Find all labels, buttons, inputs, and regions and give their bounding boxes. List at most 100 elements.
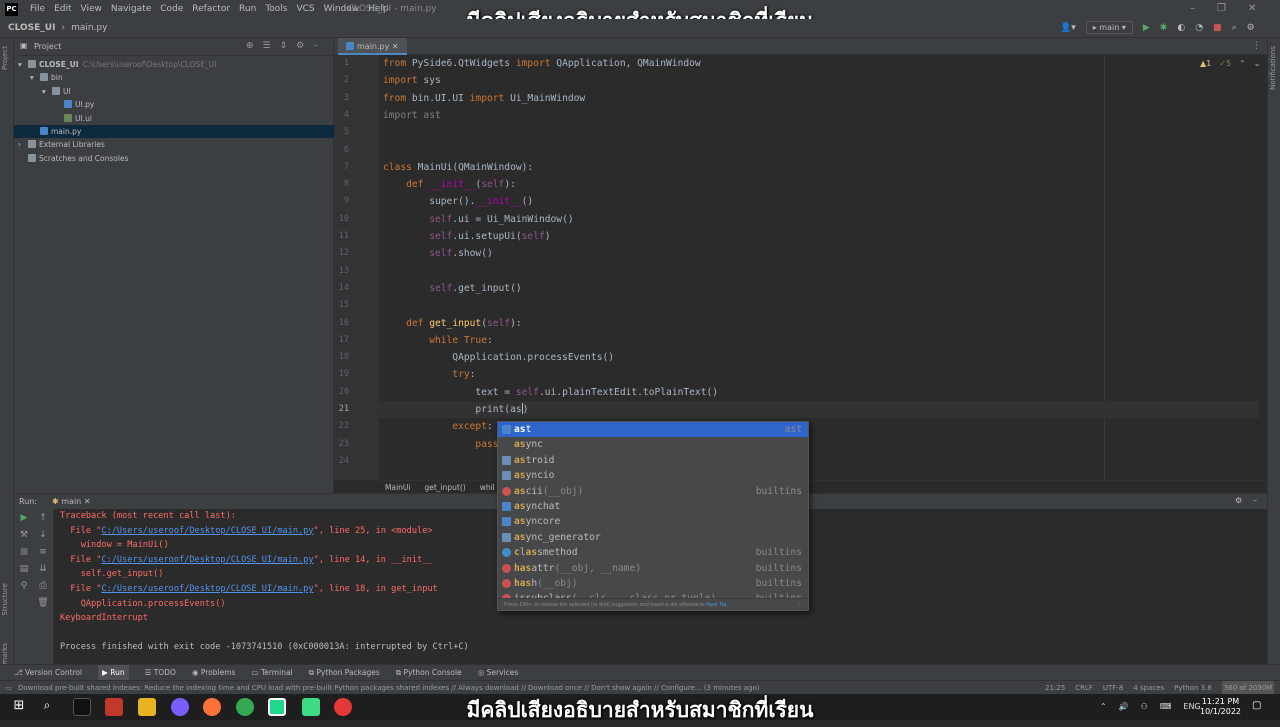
bottom-tab-run[interactable]: ▶ Run — [98, 665, 129, 680]
scroll-down-icon[interactable]: ↓ — [36, 530, 50, 540]
pin-icon[interactable]: ⚲ — [17, 581, 31, 591]
bottom-tab-problems[interactable]: ◉ Problems — [192, 665, 236, 680]
debug-icon[interactable]: ✱ — [1160, 23, 1168, 33]
status-message[interactable]: Download pre-built shared indexes: Reduc… — [18, 681, 760, 695]
line-separator[interactable]: CRLF — [1075, 681, 1093, 695]
line-number: 12 — [338, 248, 349, 259]
tree-item[interactable]: › External Libraries — [14, 138, 334, 151]
hide-icon[interactable]: – — [313, 41, 318, 51]
bottom-tab-python-console[interactable]: ⧉ Python Console — [396, 665, 462, 680]
chevron-down-icon[interactable]: ▾ — [42, 85, 52, 98]
scroll-up-icon[interactable]: ↑ — [36, 513, 50, 523]
file-link[interactable]: C:/Users/useroof/Desktop/CLOSE_UI/main.p… — [101, 526, 313, 536]
file-link[interactable]: C:/Users/useroof/Desktop/CLOSE_UI/main.p… — [101, 555, 313, 565]
tree-item-label: UI.py — [75, 100, 95, 110]
editor-tabs: main.py ✕ ⋮ — [334, 38, 1267, 55]
cursor-position[interactable]: 21:25 — [1045, 681, 1065, 695]
chevron-down-icon[interactable]: › — [18, 138, 28, 151]
tree-item[interactable]: ▾ bin — [14, 71, 334, 84]
autocomplete-item[interactable]: ascii(__obj) builtins — [498, 484, 808, 499]
run-label: Run: — [19, 497, 38, 506]
autocomplete-item[interactable]: hash(__obj) builtins — [498, 576, 808, 591]
expand-all-icon[interactable]: ☰ — [263, 41, 271, 51]
coverage-icon[interactable]: ◐ — [1177, 23, 1185, 33]
tree-item[interactable]: ▾ CLOSE_UI C:\Users\useroof\Desktop\CLOSE… — [14, 58, 334, 71]
bottom-tab-services[interactable]: ◎ Services — [478, 665, 519, 680]
stop-icon[interactable]: ■ — [1213, 23, 1222, 33]
file-encoding[interactable]: UTF-8 — [1103, 681, 1123, 695]
autocomplete-item[interactable]: classmethod builtins — [498, 545, 808, 560]
autocomplete-item-match: as — [514, 516, 526, 528]
locate-icon[interactable]: ⊕ — [246, 41, 254, 51]
run-tab-main[interactable]: ✱ main ✕ — [48, 497, 95, 506]
notifications-tool-tab[interactable]: Notifications — [1269, 46, 1277, 90]
print-icon[interactable]: ⎙ — [36, 581, 50, 591]
next-tip-link[interactable]: Next Tip — [706, 602, 726, 608]
autocomplete-item[interactable]: asyncio — [498, 468, 808, 483]
profile-icon[interactable]: ◔ — [1195, 23, 1203, 33]
autocomplete-item[interactable]: async — [498, 437, 808, 452]
tab-main-py[interactable]: main.py ✕ — [338, 38, 407, 55]
soft-wrap-icon[interactable]: ≡ — [36, 547, 50, 557]
rerun-icon[interactable]: ▶ — [17, 513, 31, 523]
gear-icon[interactable]: ⚙ — [1247, 23, 1255, 33]
check-count[interactable]: ✓5 — [1219, 59, 1231, 68]
indent-setting[interactable]: 4 spaces — [1133, 681, 1164, 695]
memory-indicator[interactable]: 360 of 2030M — [1221, 681, 1275, 695]
hide-icon[interactable]: – — [1253, 496, 1257, 505]
search-icon[interactable]: ⌕ — [1232, 23, 1237, 33]
chevron-down-icon[interactable]: ▾ — [30, 71, 40, 84]
tree-item-label: CLOSE_UI — [39, 60, 79, 69]
file-link[interactable]: C:/Users/useroof/Desktop/CLOSE_UI/main.p… — [101, 584, 313, 594]
nav-file[interactable]: main.py — [71, 23, 107, 33]
tree-item[interactable]: ▾ UI — [14, 85, 334, 98]
interpreter[interactable]: Python 3.8 — [1174, 681, 1212, 695]
bottom-tab-terminal[interactable]: ▭ Terminal — [251, 665, 292, 680]
tree-item[interactable]: UI.py — [14, 98, 334, 111]
warning-count[interactable]: ▲1 — [1200, 59, 1211, 68]
breadcrumb-item[interactable]: whil — [480, 481, 495, 493]
more-icon[interactable]: ⋮ — [797, 599, 803, 610]
breadcrumb-item[interactable]: MainUi — [385, 481, 410, 493]
breadcrumb-item[interactable]: get_input() — [424, 481, 465, 493]
line-number: 3 — [343, 92, 349, 103]
bottom-tab-todo[interactable]: ☰ TODO — [145, 665, 176, 680]
wrench-icon[interactable]: ⚒ — [17, 530, 31, 540]
line-number: 24 — [338, 455, 349, 466]
project-tool-tab[interactable]: Project — [1, 46, 9, 70]
layout-icon[interactable]: ▤ — [17, 564, 31, 574]
inspection-widget[interactable]: ▲1 ✓5 ⌃ ⌄ — [1200, 59, 1260, 68]
folder-icon — [28, 153, 36, 162]
run-config-select[interactable]: ▸ main ▾ — [1085, 21, 1133, 34]
run-icon[interactable]: ▶ — [1143, 23, 1150, 33]
tree-item[interactable]: UI.ui — [14, 112, 334, 125]
chevron-down-icon[interactable]: ▾ — [18, 58, 28, 71]
tree-item[interactable]: Scratches and Consoles — [14, 152, 334, 165]
autocomplete-item[interactable]: ast ast — [498, 422, 808, 438]
code-area[interactable]: from PySide6.QtWidgets import QApplicati… — [379, 55, 1263, 480]
chevron-down-icon[interactable]: ⌄ — [1254, 59, 1261, 68]
autocomplete-item[interactable]: astroid — [498, 453, 808, 468]
code-line: import sys — [383, 75, 441, 87]
collapse-all-icon[interactable]: ⇕ — [280, 41, 288, 51]
bottom-tool-tabs: ⎇ Version Control ▶ Run ☰ TODO ◉ Problems ▭ … — [0, 664, 1280, 680]
autocomplete-item[interactable]: async_generator — [498, 530, 808, 545]
autocomplete-item[interactable]: asyncore — [498, 514, 808, 529]
more-tabs-icon[interactable]: ⋮ — [1252, 41, 1261, 51]
bottom-tab-version-control[interactable]: ⎇ Version Control — [14, 665, 82, 680]
trash-icon[interactable]: 🗑 — [36, 598, 50, 608]
gear-icon[interactable]: ⚙ — [296, 41, 304, 51]
autocomplete-item[interactable]: hasattr(__obj, __name) builtins — [498, 561, 808, 576]
gear-icon[interactable]: ⚙ — [1235, 496, 1242, 505]
user-icon[interactable]: 👤▾ — [1060, 23, 1076, 33]
tree-item[interactable]: main.py — [14, 125, 334, 138]
structure-tool-tab[interactable]: Structure — [1, 583, 9, 616]
scroll-end-icon[interactable]: ⇊ — [36, 564, 50, 574]
project-panel-title[interactable]: Project — [34, 42, 61, 51]
autocomplete-item[interactable]: asynchat — [498, 499, 808, 514]
chevron-up-icon[interactable]: ⌃ — [1239, 59, 1246, 68]
nav-project[interactable]: CLOSE_UI — [8, 23, 55, 33]
stop-icon[interactable]: ■ — [17, 547, 31, 557]
bottom-tab-label: TODO — [153, 668, 176, 677]
bottom-tab-python-packages[interactable]: ⧉ Python Packages — [309, 665, 380, 680]
